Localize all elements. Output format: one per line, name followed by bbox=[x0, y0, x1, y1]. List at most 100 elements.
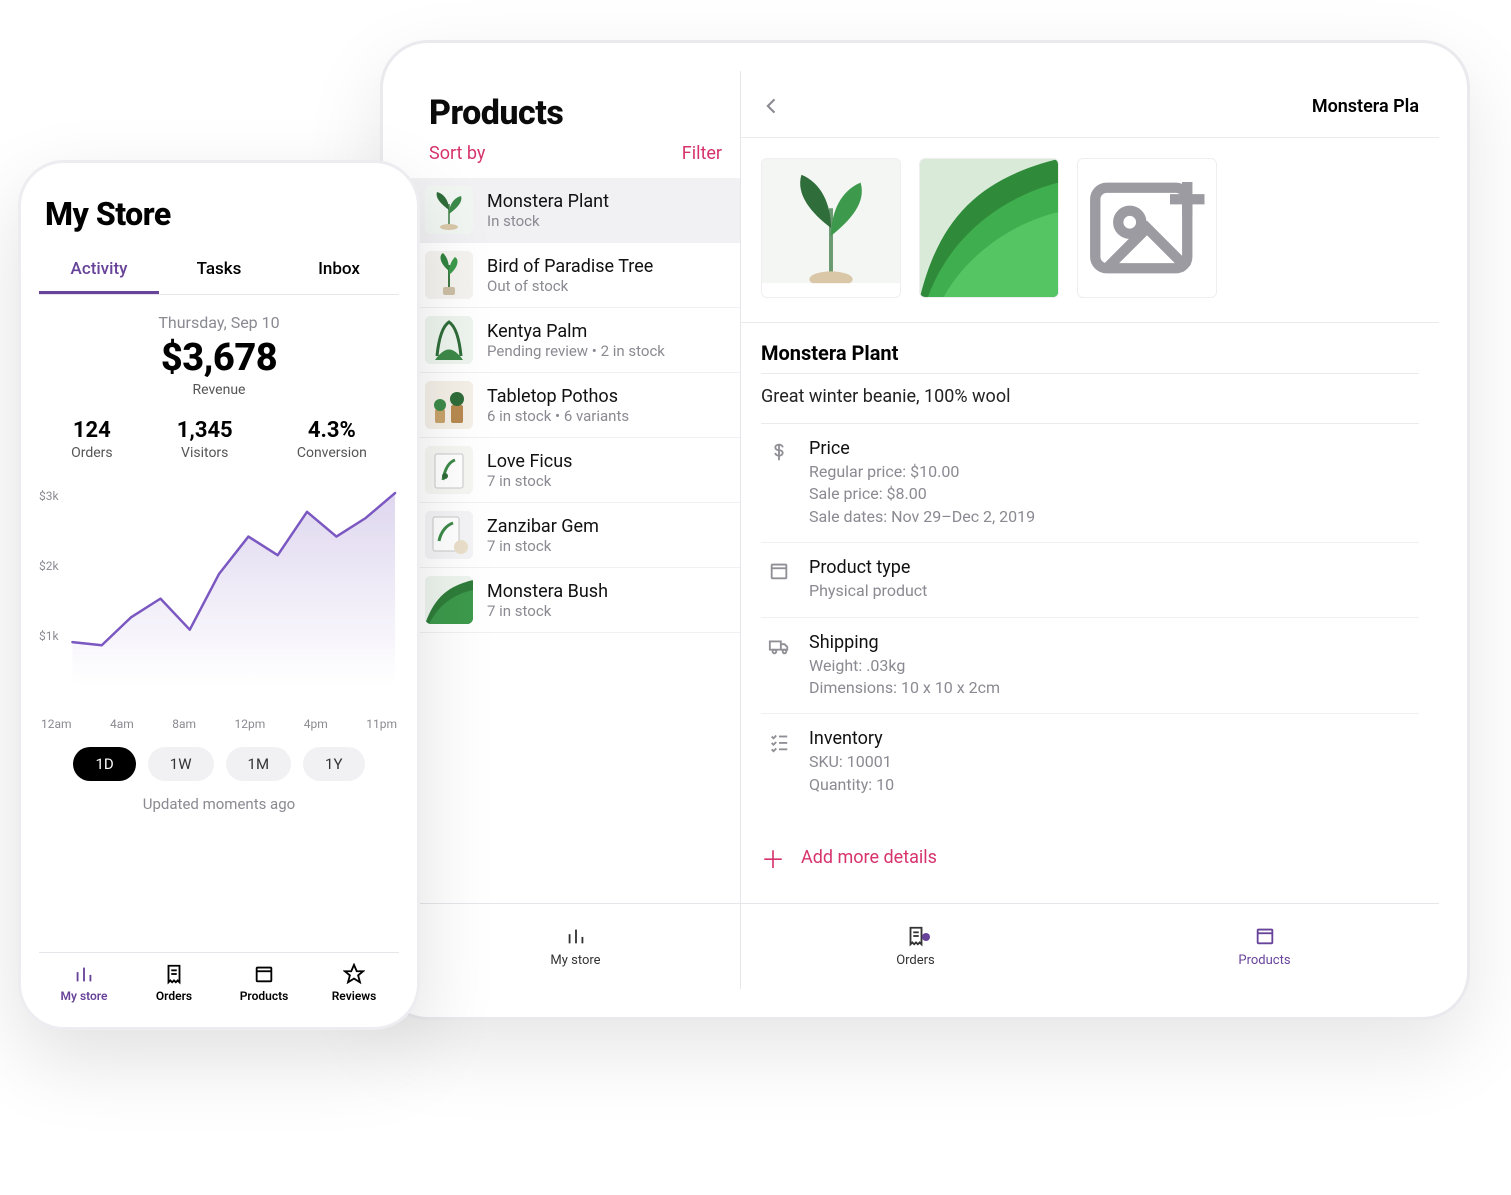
x-tick: 8am bbox=[172, 717, 196, 731]
product-status: 6 in stock • 6 variants bbox=[487, 407, 629, 425]
product-list-item[interactable]: Bird of Paradise Tree Out of stock bbox=[411, 243, 740, 308]
shipping-dimensions: Dimensions: 10 x 10 x 2cm bbox=[809, 677, 1000, 699]
phone-device: My Store Activity Tasks Inbox Thursday, … bbox=[18, 160, 420, 1030]
product-thumb bbox=[425, 316, 473, 364]
tab-products[interactable]: Products bbox=[1090, 904, 1439, 989]
product-thumb bbox=[425, 576, 473, 624]
inventory-qty: Quantity: 10 bbox=[809, 774, 894, 796]
products-title: Products bbox=[429, 93, 722, 133]
checklist-icon bbox=[765, 728, 793, 756]
phone-tabbar: My store Orders Products Reviews bbox=[39, 952, 399, 1009]
plus-icon: ＋ bbox=[761, 840, 785, 875]
price-title: Price bbox=[809, 438, 1035, 459]
tab-my-store[interactable]: My store bbox=[411, 904, 741, 989]
add-image-button[interactable] bbox=[1077, 158, 1217, 298]
inventory-title: Inventory bbox=[809, 728, 894, 749]
sort-by-button[interactable]: Sort by bbox=[429, 143, 485, 164]
inventory-section[interactable]: Inventory SKU: 10001 Quantity: 10 bbox=[761, 714, 1419, 810]
metric-orders[interactable]: 124 Orders bbox=[71, 418, 113, 461]
range-1d[interactable]: 1D bbox=[73, 747, 135, 781]
detail-header-title: Monstera Pla bbox=[1312, 96, 1419, 117]
tab-label: Products bbox=[240, 989, 289, 1003]
tablet-tabbar: My store Orders Products bbox=[411, 903, 1439, 989]
type-value: Physical product bbox=[809, 580, 927, 602]
tab-my-store[interactable]: My store bbox=[39, 953, 129, 1009]
revenue-value: $3,678 bbox=[39, 336, 399, 380]
tab-products[interactable]: Products bbox=[219, 953, 309, 1009]
product-name: Zanzibar Gem bbox=[487, 516, 599, 537]
product-list-item[interactable]: Love Ficus 7 in stock bbox=[411, 438, 740, 503]
product-thumb bbox=[425, 251, 473, 299]
range-1y[interactable]: 1Y bbox=[303, 747, 364, 781]
filter-button[interactable]: Filter bbox=[682, 143, 722, 164]
x-tick: 11pm bbox=[366, 717, 397, 731]
product-name: Monstera Plant bbox=[487, 191, 609, 212]
tab-label: Orders bbox=[156, 989, 192, 1003]
shipping-weight: Weight: .03kg bbox=[809, 655, 1000, 677]
metric-value: 124 bbox=[71, 418, 113, 443]
sale-dates: Sale dates: Nov 29–Dec 2, 2019 bbox=[809, 506, 1035, 528]
product-thumb bbox=[425, 446, 473, 494]
product-status: In stock bbox=[487, 212, 609, 230]
shipping-section[interactable]: Shipping Weight: .03kg Dimensions: 10 x … bbox=[761, 618, 1419, 715]
product-description: Great winter beanie, 100% wool bbox=[761, 386, 1419, 407]
tab-tasks[interactable]: Tasks bbox=[159, 249, 279, 294]
x-tick: 4pm bbox=[304, 717, 328, 731]
product-name-heading: Monstera Plant bbox=[761, 341, 1419, 365]
product-type-section[interactable]: Product type Physical product bbox=[761, 543, 1419, 617]
product-status: Out of stock bbox=[487, 277, 653, 295]
shipping-title: Shipping bbox=[809, 632, 1000, 653]
notification-dot-icon bbox=[922, 933, 930, 941]
product-thumb bbox=[425, 381, 473, 429]
revenue-label: Revenue bbox=[39, 382, 399, 398]
tab-reviews[interactable]: Reviews bbox=[309, 953, 399, 1009]
add-more-details-button[interactable]: ＋ Add more details bbox=[761, 840, 1419, 875]
add-more-details-label: Add more details bbox=[801, 847, 937, 868]
tab-label: Orders bbox=[896, 953, 935, 968]
metric-value: 1,345 bbox=[177, 418, 233, 443]
product-name: Bird of Paradise Tree bbox=[487, 256, 653, 277]
gallery-image[interactable] bbox=[761, 158, 901, 298]
tab-label: Products bbox=[1238, 953, 1290, 968]
product-list-item[interactable]: Monstera Bush 7 in stock bbox=[411, 568, 740, 633]
sale-price: Sale price: $8.00 bbox=[809, 483, 1035, 505]
price-section[interactable]: Price Regular price: $10.00 Sale price: … bbox=[761, 424, 1419, 543]
back-button[interactable] bbox=[755, 89, 789, 123]
product-list-item[interactable]: Monstera Plant In stock bbox=[411, 178, 740, 243]
dollar-icon bbox=[765, 438, 793, 466]
revenue-chart[interactable]: $3k $2k $1k 12am 4am 8am 12pm 4pm 11pm bbox=[39, 481, 399, 731]
metric-conversion[interactable]: 4.3% Conversion bbox=[297, 418, 367, 461]
product-thumb bbox=[425, 511, 473, 559]
regular-price: Regular price: $10.00 bbox=[809, 461, 1035, 483]
tab-orders[interactable]: Orders bbox=[129, 953, 219, 1009]
tab-label: My store bbox=[61, 989, 108, 1003]
tab-activity[interactable]: Activity bbox=[39, 249, 159, 294]
product-status: 7 in stock bbox=[487, 472, 572, 490]
range-1m[interactable]: 1M bbox=[226, 747, 292, 781]
metric-visitors[interactable]: 1,345 Visitors bbox=[177, 418, 233, 461]
product-list-item[interactable]: Zanzibar Gem 7 in stock bbox=[411, 503, 740, 568]
metrics-row: 124 Orders 1,345 Visitors 4.3% Conversio… bbox=[39, 418, 399, 461]
product-name: Kentya Palm bbox=[487, 321, 665, 342]
product-thumb bbox=[425, 186, 473, 234]
top-tabs: Activity Tasks Inbox bbox=[39, 249, 399, 294]
product-name: Love Ficus bbox=[487, 451, 572, 472]
range-1w[interactable]: 1W bbox=[148, 747, 214, 781]
product-gallery bbox=[741, 138, 1439, 323]
products-list: Monstera Plant In stock Bird of Paradise… bbox=[411, 178, 740, 989]
tablet-device: Products Sort by Filter Monstera Plant I… bbox=[380, 40, 1470, 1020]
product-status: 7 in stock bbox=[487, 537, 599, 555]
tab-inbox[interactable]: Inbox bbox=[279, 249, 399, 294]
inventory-sku: SKU: 10001 bbox=[809, 751, 894, 773]
x-tick: 12pm bbox=[235, 717, 266, 731]
product-name: Tabletop Pothos bbox=[487, 386, 629, 407]
x-tick: 12am bbox=[41, 717, 72, 731]
updated-label: Updated moments ago bbox=[39, 795, 399, 813]
product-list-item[interactable]: Kentya Palm Pending review • 2 in stock bbox=[411, 308, 740, 373]
metric-label: Visitors bbox=[177, 445, 233, 461]
product-list-item[interactable]: Tabletop Pothos 6 in stock • 6 variants bbox=[411, 373, 740, 438]
product-name: Monstera Bush bbox=[487, 581, 608, 602]
type-title: Product type bbox=[809, 557, 927, 578]
gallery-image[interactable] bbox=[919, 158, 1059, 298]
tab-orders[interactable]: Orders bbox=[741, 904, 1090, 989]
